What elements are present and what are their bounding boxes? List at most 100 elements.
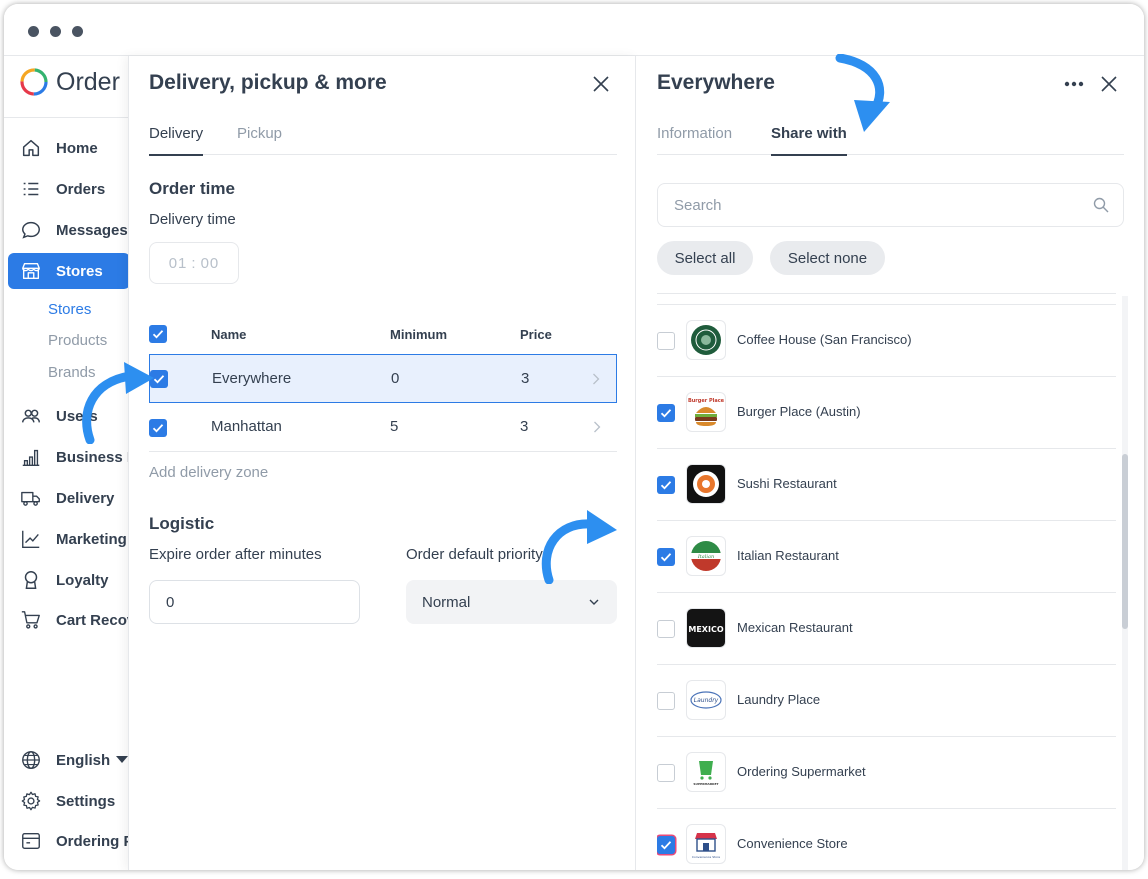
sidebar-item-loyalty[interactable]: Loyalty [8,562,130,598]
list-item[interactable]: Convenience Store Convenience Store [657,809,1116,870]
search-placeholder: Search [674,196,722,214]
store-checkbox[interactable] [657,836,675,854]
select-all-button[interactable]: Select all [657,241,753,275]
check-icon [152,330,164,339]
mexican-logo-icon: MEXICO [686,608,726,648]
sidebar-item-settings[interactable]: Settings [8,783,130,819]
caret-down-icon [116,756,129,763]
close-icon[interactable] [592,75,610,93]
store-checkbox[interactable] [657,548,675,566]
zone-price: 3 [521,370,530,387]
sidebar-item-label: Marketing [56,530,127,548]
expire-order-label: Expire order after minutes [149,546,322,563]
store-checkbox[interactable] [657,764,675,782]
sidebar-item-label: English [56,751,111,769]
supermarket-logo-text: SUPERMARKET [693,782,719,786]
convenience-logo-icon: Convenience Store [686,824,726,864]
time-minutes: 00 [200,254,220,272]
search-icon [1093,197,1109,213]
supermarket-logo-icon: SUPERMARKET [686,752,726,792]
tab-delivery[interactable]: Delivery [149,125,204,156]
window-dot-1[interactable] [28,26,39,37]
chevron-right-icon [594,421,601,433]
list-item[interactable]: Coffee House (San Francisco) [657,305,1116,377]
italian-logo-text: Italian [697,554,714,560]
sidebar-item-label: Stores [56,262,103,280]
store-checkbox[interactable] [657,476,675,494]
sidebar-item-orders[interactable]: Orders [8,171,130,207]
sidebar-item-label: Orders [56,180,106,198]
store-list: Coffee House (San Francisco) Burger Plac… [657,293,1116,870]
table-row[interactable]: Manhattan 5 3 [149,403,617,452]
coffee-logo-icon [686,320,726,360]
close-icon[interactable] [1100,75,1118,93]
sidebar-item-label: Messages [56,221,128,239]
list-item[interactable]: SUPERMARKET Ordering Supermarket [657,737,1116,809]
select-all-zones-checkbox[interactable] [149,325,167,343]
burger-logo-text: Burger Place [688,398,725,404]
sidebar-item-ordering-pro[interactable]: Ordering Pro [8,823,130,859]
sidebar-item-stores[interactable]: Stores [8,253,130,289]
sidebar-subitem-stores[interactable]: Stores [48,301,91,318]
globe-icon [22,751,40,769]
store-checkbox[interactable] [657,692,675,710]
expire-minutes-input[interactable]: 0 [149,580,360,624]
window-titlebar [4,4,1144,56]
store-name: Ordering Supermarket [737,764,866,779]
burger-logo-icon: Burger Place [686,392,726,432]
list-item[interactable]: Burger Place Burger Place (Austin) [657,377,1116,449]
users-icon [22,409,40,423]
check-icon [660,481,672,490]
mexican-logo-text: MEXICO [688,625,723,634]
award-icon [24,571,38,589]
sidebar-item-cart-recovery[interactable]: Cart Recovery [8,602,130,638]
store-checkbox[interactable] [657,404,675,422]
store-search-field[interactable]: Search [657,183,1124,227]
store-checkbox[interactable] [657,620,675,638]
select-none-button[interactable]: Select none [770,241,885,275]
add-delivery-zone-link[interactable]: Add delivery zone [149,464,268,481]
sidebar-item-business-intelligence[interactable]: Business Intelligence [8,439,130,475]
sidebar-item-label: Delivery [56,489,115,507]
sidebar-divider [4,117,130,118]
list-item[interactable]: MEXICO Mexican Restaurant [657,593,1116,665]
convenience-logo-text: Convenience Store [692,855,720,859]
list-item[interactable]: Laundry Laundry Place [657,665,1116,737]
list-item[interactable]: Italian Italian Restaurant [657,521,1116,593]
priority-select[interactable]: Normal [406,580,617,624]
order-time-title: Order time [149,179,235,198]
window-dot-2[interactable] [50,26,61,37]
language-selector[interactable]: English [8,742,130,778]
delivery-time-input[interactable]: 01 : 00 [149,242,239,284]
store-list-scrollbar-thumb[interactable] [1122,454,1128,629]
table-row[interactable]: Everywhere 0 3 [149,354,617,403]
priority-label: Order default priority [406,546,543,563]
sidebar-item-label: Settings [56,792,116,810]
bar-chart-icon [22,449,40,466]
more-options-icon[interactable] [1064,81,1084,87]
sidebar-item-home[interactable]: Home [8,130,130,166]
sidebar-item-label: Business Intelligence [56,448,130,466]
sidebar-item-marketing[interactable]: Marketing [8,521,130,557]
brand-logo[interactable]: Order [18,66,120,98]
column-header-minimum: Minimum [390,327,448,342]
truck-icon [21,491,40,506]
sidebar-item-delivery[interactable]: Delivery [8,480,130,516]
sidebar-item-messages[interactable]: Messages [8,212,130,248]
brand-name: Order [56,67,120,96]
share-panel: Everywhere Information Share with Search… [636,56,1144,870]
window-dot-3[interactable] [72,26,83,37]
gear-icon [21,791,41,811]
list-item[interactable]: Sushi Restaurant [657,449,1116,521]
zone-minimum: 5 [390,418,399,435]
tab-pickup[interactable]: Pickup [237,125,282,154]
sidebar-subitem-products[interactable]: Products [48,332,107,349]
italian-logo-icon: Italian [686,536,726,576]
sidebar: Order Home Orders Messages Stores Stores… [4,56,130,870]
priority-value: Normal [422,593,471,611]
store-checkbox[interactable] [657,332,675,350]
list-icon [23,182,39,196]
tab-information[interactable]: Information [657,125,732,154]
check-icon [660,841,672,850]
store-name: Coffee House (San Francisco) [737,332,912,347]
